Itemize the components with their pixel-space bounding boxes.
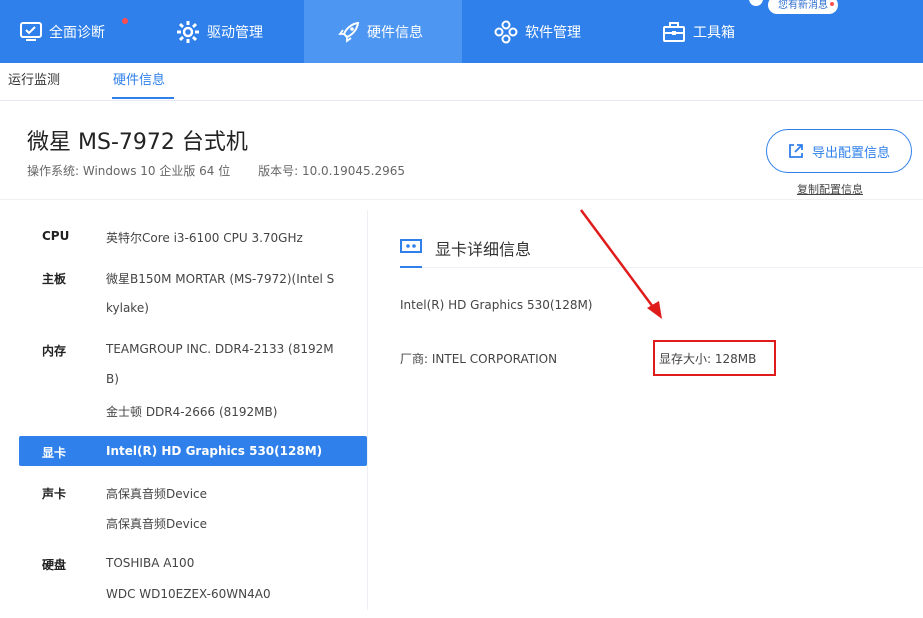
tab-label: 硬件信息 [367, 24, 423, 41]
row-label: 硬盘 [42, 558, 67, 572]
rocket-icon [338, 21, 360, 43]
graphics-card-icon [400, 236, 422, 260]
panel-divider [367, 210, 368, 610]
row-value: TOSHIBA A100 [106, 556, 195, 570]
notification-dot [122, 18, 128, 24]
row-label: CPU [42, 229, 70, 243]
tab-full-diagnosis[interactable]: 全面诊断 [20, 0, 128, 63]
tab-label: 全面诊断 [49, 24, 105, 41]
avatar[interactable] [749, 0, 763, 6]
gpu-name: Intel(R) HD Graphics 530(128M) [400, 298, 593, 312]
top-nav-bar: 全面诊断 驱动管理 硬件信息 软件管理 工具箱 您有新消息 [0, 0, 923, 63]
annotation-arrow [579, 209, 662, 319]
export-config-button[interactable]: 导出配置信息 [766, 129, 912, 173]
list-item-graphics-selected[interactable]: 显卡 Intel(R) HD Graphics 530(128M) [19, 436, 367, 466]
active-subtab-indicator [112, 97, 174, 99]
tab-hardware-info[interactable]: 硬件信息 [304, 0, 462, 63]
monitor-check-icon [20, 21, 42, 42]
os-info-line: 操作系统: Windows 10 企业版 64 位 版本号: 10.0.1904… [27, 162, 405, 179]
row-value: B) [106, 372, 119, 386]
row-label: 声卡 [42, 487, 67, 501]
toolbox-icon [662, 21, 686, 43]
tab-driver-management[interactable]: 驱动管理 [176, 0, 263, 63]
section-heading: 显卡详细信息 [435, 240, 532, 259]
tab-software-management[interactable]: 软件管理 [494, 0, 581, 63]
version-value: 10.0.19045.2965 [301, 164, 406, 178]
row-label: 内存 [42, 344, 67, 358]
row-value: kylake) [106, 301, 149, 315]
row-value: WDC WD10EZEX-60WN4A0 [106, 587, 271, 601]
vendor-label: 厂商: [400, 352, 429, 366]
tab-label: 驱动管理 [207, 24, 263, 41]
row-value: Intel(R) HD Graphics 530(128M) [106, 444, 323, 458]
highlight-box [653, 340, 776, 376]
page-title: 微星 MS-7972 台式机 [27, 130, 248, 155]
row-value: 微星B150M MORTAR (MS-7972)(Intel S [106, 272, 335, 286]
gpu-vendor: 厂商: INTEL CORPORATION [400, 350, 557, 367]
message-badge-label: 您有新消息 [778, 0, 828, 11]
export-icon [789, 144, 803, 158]
tab-label: 软件管理 [525, 24, 581, 41]
tab-label: 工具箱 [693, 24, 735, 41]
row-value: 高保真音频Device [106, 517, 208, 531]
new-message-badge[interactable]: 您有新消息 [768, 0, 838, 14]
copy-config-link[interactable]: 复制配置信息 [797, 181, 863, 197]
row-label: 主板 [42, 272, 67, 286]
notification-dot [830, 2, 834, 6]
os-label: 操作系统: [27, 164, 80, 178]
subtab-runtime-monitor[interactable]: 运行监测 [8, 69, 60, 88]
os-value: Windows 10 企业版 64 位 [82, 164, 231, 178]
gear-icon [176, 20, 200, 44]
row-value: 英特尔Core i3-6100 CPU 3.70GHz [106, 231, 303, 245]
row-value: 金士顿 DDR4-2666 (8192MB) [106, 405, 278, 419]
export-button-label: 导出配置信息 [811, 145, 890, 161]
subtab-hardware-info[interactable]: 硬件信息 [113, 69, 165, 88]
section-heading-underline [400, 266, 422, 268]
tab-toolbox[interactable]: 工具箱 [662, 0, 735, 63]
version-label: 版本号: [258, 164, 299, 178]
sub-tab-bar: 运行监测 硬件信息 [0, 63, 923, 101]
header-divider [0, 199, 923, 200]
row-value: 高保真音频Device [106, 487, 208, 501]
apps-icon [494, 20, 518, 44]
vendor-value: INTEL CORPORATION [431, 352, 558, 366]
row-value: TEAMGROUP INC. DDR4-2133 (8192M [106, 342, 334, 356]
row-label: 显卡 [42, 446, 67, 460]
